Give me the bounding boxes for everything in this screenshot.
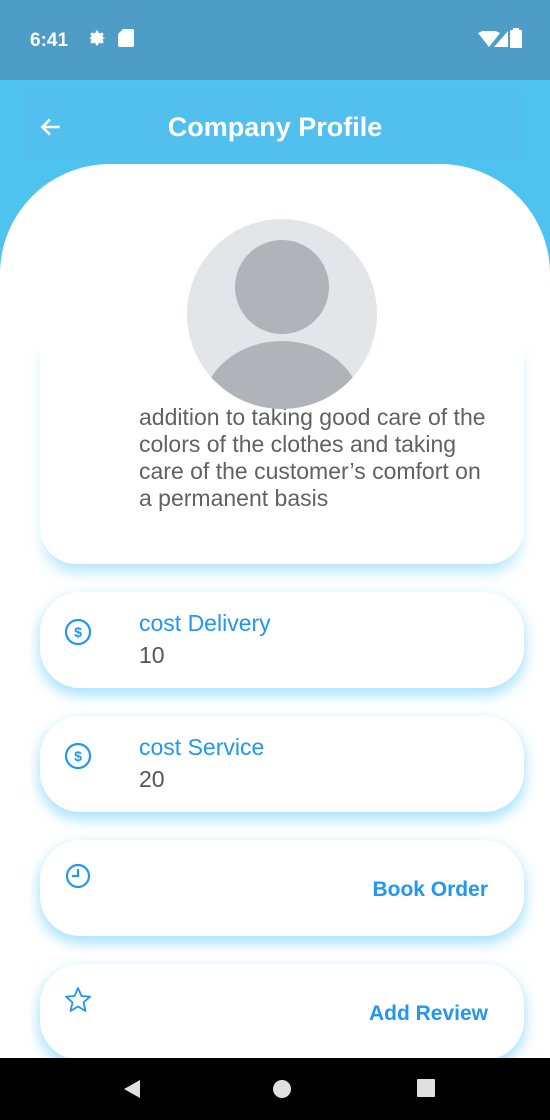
book-order-button[interactable]: Book Order	[372, 878, 488, 902]
add-review-button[interactable]: Add Review	[369, 1002, 488, 1026]
sd-card-icon	[118, 29, 134, 47]
star-outline-icon	[65, 987, 91, 1012]
company-description: addition to taking good care of the colo…	[139, 404, 486, 511]
svg-text:$: $	[74, 624, 82, 640]
status-bar: 6:41	[0, 0, 550, 80]
add-review-card[interactable]: Add Review	[40, 964, 524, 1060]
svg-text:$: $	[74, 748, 82, 764]
cost-delivery-card: $ cost Delivery 10	[40, 592, 524, 688]
battery-icon	[510, 28, 522, 48]
nav-home-icon[interactable]	[272, 1079, 292, 1099]
page-title: Company Profile	[167, 112, 383, 142]
avatar	[187, 219, 377, 409]
dollar-circle-icon: $	[64, 742, 92, 770]
gear-icon	[88, 30, 106, 46]
cost-service-label: cost Service	[139, 734, 265, 760]
system-nav-bar	[0, 1058, 550, 1120]
nav-back-icon[interactable]	[122, 1079, 142, 1099]
clock-icon	[65, 863, 91, 889]
book-order-card[interactable]: Book Order	[40, 840, 524, 936]
cost-service-card: $ cost Service 20	[40, 716, 524, 812]
dollar-circle-icon: $	[64, 618, 92, 646]
cost-service-value: 20	[139, 766, 165, 792]
cost-delivery-label: cost Delivery	[139, 610, 271, 636]
signal-icon	[494, 31, 508, 47]
nav-recents-icon[interactable]	[417, 1079, 435, 1097]
cost-delivery-value: 10	[139, 642, 165, 668]
person-placeholder-icon	[202, 240, 362, 409]
status-time: 6:41	[30, 30, 69, 51]
